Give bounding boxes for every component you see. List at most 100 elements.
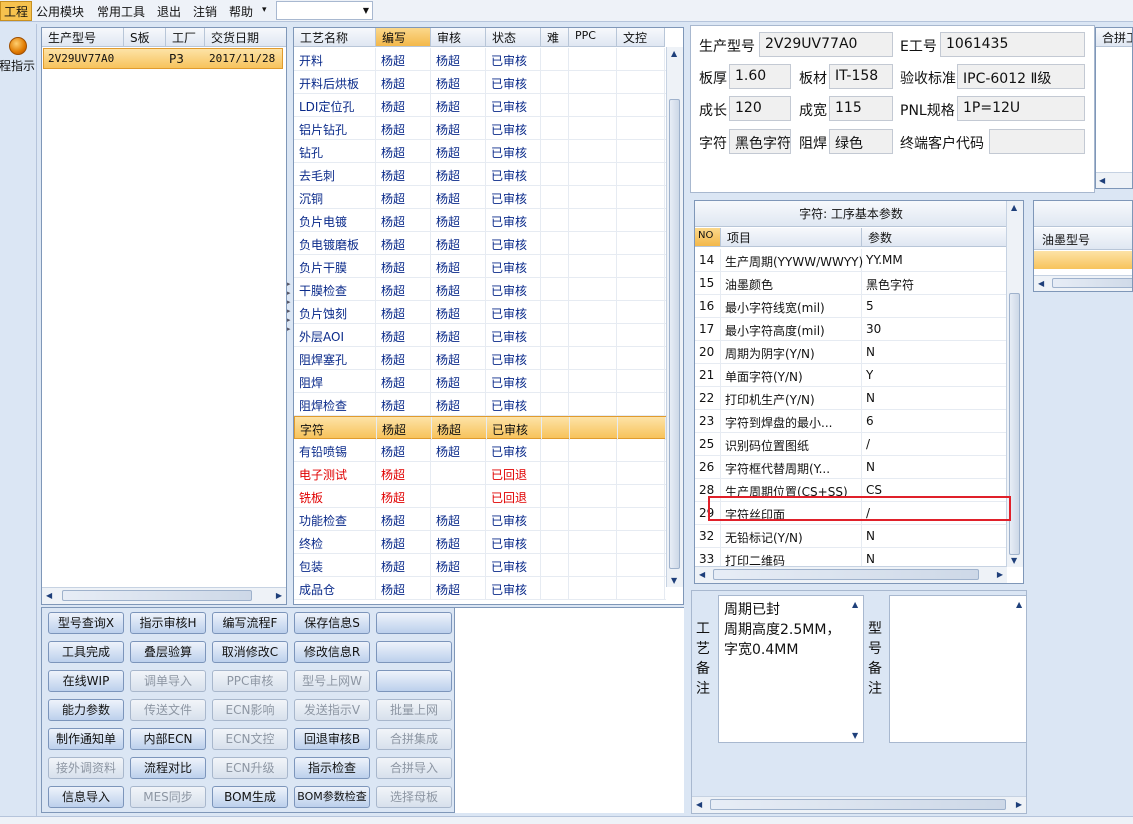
table-row[interactable]: 14 生产周期(YYWW/WWYY) YY.MM: [695, 249, 1007, 272]
table-row[interactable]: 22 打印机生产(Y/N) N: [695, 387, 1007, 410]
table-row[interactable]: 电子测试 杨超 已回退: [294, 462, 666, 485]
table-row[interactable]: 成品仓 杨超 杨超 已审核: [294, 577, 666, 600]
action-button[interactable]: 信息导入: [48, 786, 124, 808]
table-row[interactable]: 17 最小字符高度(mil) 30: [695, 318, 1007, 341]
scroll-down-icon[interactable]: ▼: [671, 576, 677, 585]
table-row[interactable]: 20 周期为阴字(Y/N) N: [695, 341, 1007, 364]
params-header-no[interactable]: NO: [695, 228, 721, 247]
table-row[interactable]: 终检 杨超 杨超 已审核: [294, 531, 666, 554]
scroll-left-icon[interactable]: ◀: [699, 570, 705, 579]
table-row[interactable]: 沉铜 杨超 杨超 已审核: [294, 186, 666, 209]
process-header-name[interactable]: 工艺名称: [294, 28, 376, 47]
table-row[interactable]: 负片干膜 杨超 杨超 已审核: [294, 255, 666, 278]
scroll-left-icon[interactable]: ◀: [1099, 176, 1105, 185]
table-row[interactable]: 阻焊 杨超 杨超 已审核: [294, 370, 666, 393]
action-button[interactable]: 批量上网: [376, 699, 452, 721]
scroll-thumb[interactable]: [713, 569, 979, 580]
order-header-sboard[interactable]: S板: [124, 28, 166, 47]
e-number-field[interactable]: 1061435: [940, 32, 1085, 57]
action-button[interactable]: ECN影响: [212, 699, 288, 721]
table-row[interactable]: 开料 杨超 杨超 已审核: [294, 48, 666, 71]
action-button[interactable]: BOM生成: [212, 786, 288, 808]
process-header-doc[interactable]: 文控: [617, 28, 665, 47]
order-hscrollbar[interactable]: ◀ ▶: [42, 587, 286, 604]
action-button[interactable]: 合拼导入: [376, 757, 452, 779]
scroll-left-icon[interactable]: ◀: [46, 591, 52, 600]
table-row[interactable]: 铝片钻孔 杨超 杨超 已审核: [294, 117, 666, 140]
order-header-factory[interactable]: 工厂: [166, 28, 205, 47]
splitter-grip-icon[interactable]: ▸ ▸ ▸ ▸ ▸ ▸: [287, 280, 292, 340]
action-button[interactable]: 在线WIP: [48, 670, 124, 692]
action-button[interactable]: 内部ECN: [130, 728, 206, 750]
toolbar-combo[interactable]: ▼: [276, 1, 373, 20]
action-button[interactable]: 制作通知单: [48, 728, 124, 750]
scroll-thumb[interactable]: [62, 590, 252, 601]
scroll-right-icon[interactable]: ▶: [997, 570, 1003, 579]
table-row[interactable]: 负片电镀 杨超 杨超 已审核: [294, 209, 666, 232]
action-button[interactable]: BOM参数检查: [294, 786, 370, 808]
action-button[interactable]: PPC审核: [212, 670, 288, 692]
scroll-up-icon[interactable]: ▲: [1011, 203, 1017, 212]
scroll-thumb[interactable]: [1052, 278, 1132, 288]
process-notes-textarea[interactable]: 周期已封 周期高度2.5MM，字宽0.4MM: [718, 595, 864, 743]
action-button[interactable]: 传送文件: [130, 699, 206, 721]
table-row[interactable]: 铣板 杨超 已回退: [294, 485, 666, 508]
process-header-ppc[interactable]: PPC: [569, 28, 617, 47]
scroll-thumb[interactable]: [710, 799, 1006, 810]
pnl-field[interactable]: 1P=12U: [957, 96, 1085, 121]
guide-button[interactable]: 程指示: [0, 32, 36, 78]
table-row[interactable]: 2V29UV77A0 P3 2017/11/28: [43, 48, 283, 69]
order-header-delivery[interactable]: 交货日期: [205, 28, 286, 47]
action-button[interactable]: 指示审核H: [130, 612, 206, 634]
table-row[interactable]: 阻焊塞孔 杨超 杨超 已审核: [294, 347, 666, 370]
process-header-writer[interactable]: 编写: [376, 28, 431, 47]
scroll-up-icon[interactable]: ▲: [1016, 600, 1022, 609]
action-button[interactable]: MES同步: [130, 786, 206, 808]
table-row[interactable]: 15 油墨颜色 黑色字符: [695, 272, 1007, 295]
scroll-up-icon[interactable]: ▲: [671, 49, 677, 58]
table-row[interactable]: 干膜检查 杨超 杨超 已审核: [294, 278, 666, 301]
table-row[interactable]: 钻孔 杨超 杨超 已审核: [294, 140, 666, 163]
action-button[interactable]: 修改信息R: [294, 641, 370, 663]
mask-color-field[interactable]: 绿色: [829, 129, 893, 154]
action-button[interactable]: 指示检查: [294, 757, 370, 779]
scroll-thumb[interactable]: [669, 99, 680, 569]
width-field[interactable]: 115: [829, 96, 893, 121]
table-row[interactable]: 25 识别码位置图纸 /: [695, 433, 1007, 456]
menu-overflow-icon[interactable]: ▾: [262, 5, 267, 15]
table-row[interactable]: 23 字符到焊盘的最小... 6: [695, 410, 1007, 433]
menu-common-module[interactable]: 公用模块: [36, 3, 84, 20]
combine-hscrollbar[interactable]: ◀: [1096, 172, 1132, 188]
empty-button[interactable]: [376, 612, 452, 634]
action-button[interactable]: 取消修改C: [212, 641, 288, 663]
table-row[interactable]: 负电镀磨板 杨超 杨超 已审核: [294, 232, 666, 255]
action-button[interactable]: 型号上网W: [294, 670, 370, 692]
params-header-value[interactable]: 参数: [862, 228, 1007, 247]
scroll-down-icon[interactable]: ▼: [1011, 556, 1017, 565]
scroll-left-icon[interactable]: ◀: [1038, 279, 1044, 288]
order-header-model[interactable]: 生产型号: [42, 28, 124, 47]
customer-code-field[interactable]: [989, 129, 1085, 154]
process-header-status[interactable]: 状态: [486, 28, 541, 47]
ink-hscrollbar[interactable]: ◀: [1034, 275, 1132, 291]
table-row[interactable]: 16 最小字符线宽(mil) 5: [695, 295, 1007, 318]
scroll-down-icon[interactable]: ▼: [852, 731, 858, 740]
ink-header[interactable]: 油墨型号: [1034, 228, 1132, 250]
table-row[interactable]: 32 无铅标记(Y/N) N: [695, 525, 1007, 548]
char-color-field[interactable]: 黑色字符: [729, 129, 791, 154]
table-row[interactable]: 有铅喷锡 杨超 杨超 已审核: [294, 439, 666, 462]
model-field[interactable]: 2V29UV77A0: [759, 32, 893, 57]
menu-common-tools[interactable]: 常用工具: [97, 3, 145, 20]
scroll-right-icon[interactable]: ▶: [1016, 800, 1022, 809]
action-button[interactable]: 选择母板: [376, 786, 452, 808]
action-button[interactable]: 合拼集成: [376, 728, 452, 750]
menu-project[interactable]: 工程: [0, 1, 33, 21]
action-button[interactable]: ECN升级: [212, 757, 288, 779]
table-row[interactable]: 外层AOI 杨超 杨超 已审核: [294, 324, 666, 347]
model-notes-textarea[interactable]: [889, 595, 1027, 743]
table-row[interactable]: LDI定位孔 杨超 杨超 已审核: [294, 94, 666, 117]
standard-field[interactable]: IPC-6012 Ⅱ级: [957, 64, 1085, 89]
table-row[interactable]: 26 字符框代替周期(Y... N: [695, 456, 1007, 479]
table-row[interactable]: 字符 杨超 杨超 已审核: [294, 416, 666, 440]
menu-exit[interactable]: 退出: [157, 3, 181, 20]
